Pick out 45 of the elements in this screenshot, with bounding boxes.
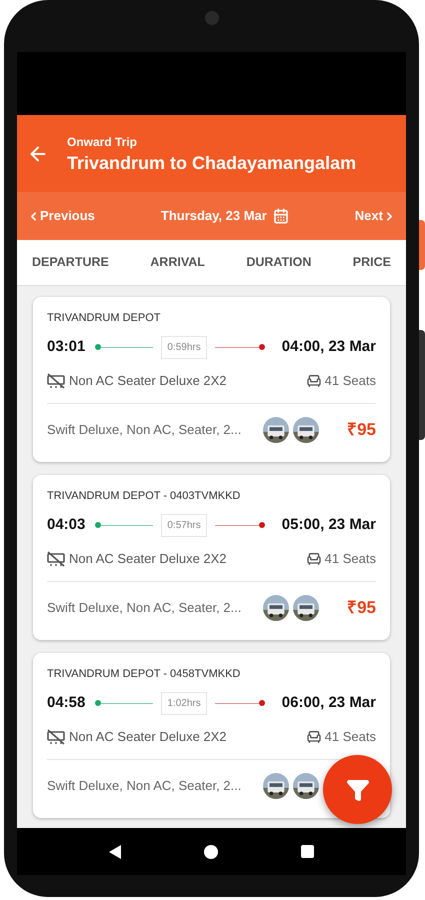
sort-tab[interactable]: ARRIVAL	[150, 253, 205, 272]
route-title: Trivandrum to Chadayamangalam	[67, 152, 356, 174]
filter-icon	[346, 778, 370, 802]
price: ₹95	[347, 597, 376, 620]
home-nav-icon[interactable]	[204, 844, 218, 858]
camera-icon	[204, 11, 218, 25]
bus-type: Non AC Seater Deluxe 2X2	[69, 372, 227, 390]
duration-label: 0:57hrs	[161, 514, 207, 536]
back-nav-icon[interactable]	[108, 844, 121, 858]
seat-count: 41 Seats	[324, 550, 376, 568]
seat-icon	[306, 729, 322, 745]
duration-label: 0:59hrs	[161, 336, 207, 358]
trip-subtitle: Onward Trip	[67, 134, 138, 150]
no-ac-icon	[47, 551, 65, 567]
departure-time: 03:01	[47, 336, 86, 357]
no-ac-icon	[47, 373, 65, 389]
sort-tab[interactable]: DURATION	[246, 253, 312, 272]
bus-type: Non AC Seater Deluxe 2X2	[69, 550, 227, 568]
departure-time: 04:58	[47, 692, 86, 713]
bus-description: Swift Deluxe, Non AC, Seater, 2...	[47, 777, 242, 796]
arrival-time: 06:00, 23 Mar	[282, 692, 376, 713]
seat-count: 41 Seats	[324, 728, 376, 746]
seat-icon	[306, 373, 322, 389]
duration-label: 1:02hrs	[161, 692, 207, 714]
trip-card[interactable]: TRIVANDRUM DEPOT - 0403TVMKKD 04:03 0:57hrs 05:00, 23 Mar Non AC Seater Deluxe 2X2 41 Seats Swift Deluxe, Non AC, Seater, 2... ₹95	[33, 475, 390, 640]
depot-name: TRIVANDRUM DEPOT	[47, 311, 162, 325]
trip-card[interactable]: TRIVANDRUM DEPOT - 0458TVMKKD 04:58 1:02hrs 06:00, 23 Mar Non AC Seater Deluxe 2X2 41 Seats Swift Deluxe, Non AC, Seater, 2...	[33, 653, 390, 818]
sort-tab[interactable]: PRICE	[352, 253, 391, 272]
depot-name: TRIVANDRUM DEPOT - 0403TVMKKD	[47, 489, 242, 503]
price: ₹95	[347, 419, 376, 442]
departure-time: 04:03	[47, 514, 86, 535]
seat-count: 41 Seats	[324, 372, 376, 390]
bus-description: Swift Deluxe, Non AC, Seater, 2...	[47, 421, 242, 440]
calendar-icon[interactable]	[272, 208, 289, 224]
no-ac-icon	[47, 729, 65, 745]
bus-description: Swift Deluxe, Non AC, Seater, 2...	[47, 599, 242, 618]
depot-name: TRIVANDRUM DEPOT - 0458TVMKKD	[47, 667, 242, 681]
sort-tab[interactable]: DEPARTURE	[32, 253, 109, 272]
arrival-time: 05:00, 23 Mar	[282, 514, 376, 535]
seat-icon	[306, 551, 322, 567]
selected-date: Thursday, 23 Mar	[160, 207, 267, 226]
arrival-time: 04:00, 23 Mar	[282, 336, 376, 357]
bus-type: Non AC Seater Deluxe 2X2	[69, 728, 227, 746]
trip-card[interactable]: TRIVANDRUM DEPOT 03:01 0:59hrs 04:00, 23 Mar Non AC Seater Deluxe 2X2 41 Seats Swift Deluxe, Non AC, Seater, 2... ₹95	[33, 297, 390, 462]
recents-nav-icon[interactable]	[301, 845, 314, 858]
